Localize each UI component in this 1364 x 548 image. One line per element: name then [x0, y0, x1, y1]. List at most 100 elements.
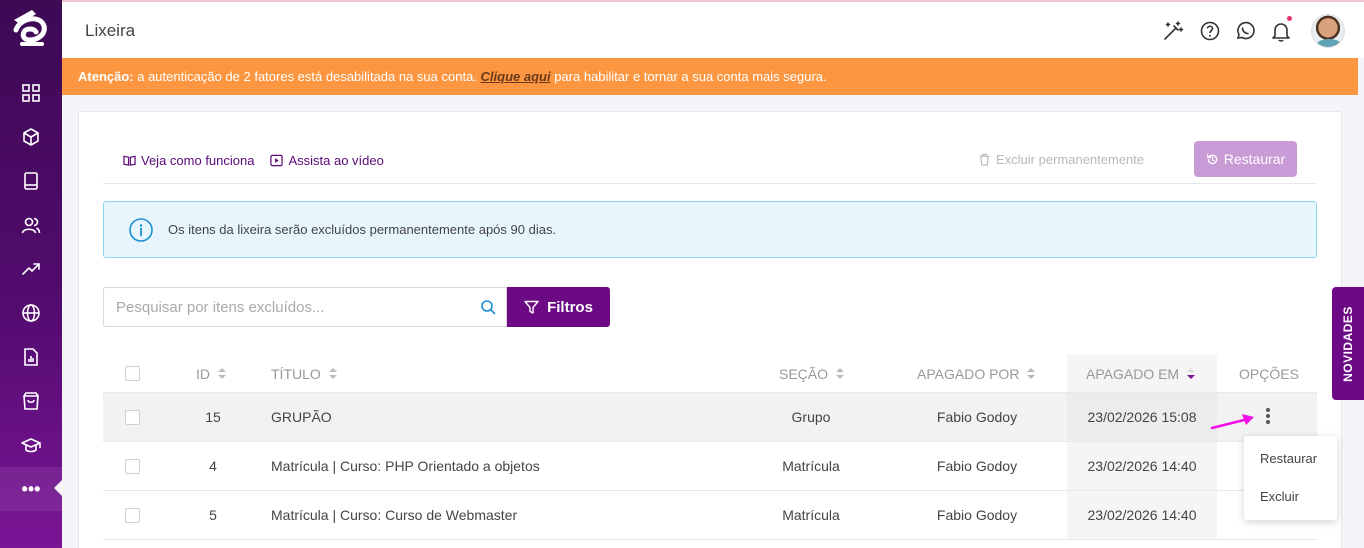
- column-section-label: SEÇÃO: [779, 365, 829, 382]
- whatsapp-icon[interactable]: [1234, 20, 1256, 42]
- row-options-menu: Restaurar Excluir: [1244, 436, 1337, 520]
- users-icon: [21, 217, 41, 234]
- restore-button[interactable]: Restaurar: [1194, 141, 1297, 177]
- column-options-label: OPÇÕES: [1239, 365, 1299, 382]
- sort-icon: [1027, 367, 1036, 380]
- table-row[interactable]: 15 GRUPÃO Grupo Fabio Godoy 23/02/2026 1…: [103, 393, 1317, 442]
- news-side-tab[interactable]: NOVIDADES: [1332, 287, 1364, 400]
- trash-table: ID TÍTULO SEÇÃO APAGADO POR APAGADO EM O…: [103, 355, 1317, 540]
- history-icon: [1206, 153, 1218, 164]
- sidebar-item-products[interactable]: [0, 115, 62, 159]
- select-all-checkbox[interactable]: [125, 366, 140, 381]
- restore-label: Restaurar: [1223, 151, 1286, 167]
- column-header-section[interactable]: SEÇÃO: [779, 355, 845, 392]
- info-icon: [129, 217, 153, 242]
- sidebar-item-courses[interactable]: [0, 159, 62, 203]
- alert-text-before: a autenticação de 2 fatores está desabil…: [133, 69, 481, 84]
- filters-label: Filtros: [547, 298, 593, 316]
- open-book-icon: [123, 155, 136, 166]
- column-deleted-at-label: APAGADO EM: [1086, 365, 1180, 382]
- row-deleted-by: Fabio Godoy: [936, 507, 1018, 523]
- sidebar-item-site[interactable]: [0, 291, 62, 335]
- video-icon: [270, 154, 284, 167]
- sidebar-item-academy[interactable]: [0, 423, 62, 467]
- shopping-bag-icon: [23, 392, 39, 410]
- row-title: GRUPÃO: [271, 409, 332, 425]
- watch-video-link[interactable]: Assista ao vídeo: [270, 153, 384, 168]
- two-factor-alert: Atenção: a autenticação de 2 fatores est…: [62, 58, 1358, 95]
- row-deleted-at: 23/02/2026 14:40: [1087, 458, 1197, 474]
- filter-icon: [524, 300, 539, 314]
- menu-item-delete[interactable]: Excluir: [1260, 489, 1299, 504]
- table-row[interactable]: 4 Matrícula | Curso: PHP Orientado a obj…: [103, 442, 1317, 491]
- table-header: ID TÍTULO SEÇÃO APAGADO POR APAGADO EM O…: [103, 355, 1317, 393]
- bell-icon[interactable]: [1270, 16, 1292, 42]
- alert-text-after: para habilitar e tornar a sua conta mais…: [550, 69, 827, 84]
- sidebar: •••: [0, 0, 62, 548]
- sidebar-item-users[interactable]: [0, 203, 62, 247]
- sort-desc-icon: [1187, 367, 1196, 380]
- row-section: Grupo: [791, 409, 831, 425]
- sort-icon: [328, 367, 337, 380]
- page-title: Lixeira: [85, 21, 136, 40]
- row-checkbox[interactable]: [125, 507, 140, 523]
- brand-logo[interactable]: [8, 6, 54, 52]
- row-checkbox[interactable]: [125, 458, 140, 474]
- alert-prefix: Atenção:: [78, 69, 134, 84]
- search-icon[interactable]: [480, 299, 496, 315]
- sort-icon: [218, 367, 226, 380]
- retention-info-text: Os itens da lixeira serão excluídos perm…: [168, 222, 557, 237]
- news-side-tab-label: NOVIDADES: [1341, 305, 1355, 382]
- trash-icon: [979, 153, 990, 166]
- row-title: Matrícula | Curso: Curso de Webmaster: [271, 507, 518, 523]
- column-header-deleted-by[interactable]: APAGADO POR: [917, 355, 1036, 392]
- sidebar-item-store[interactable]: [0, 379, 62, 423]
- help-links: Veja como funciona Assista ao vídeo: [123, 153, 384, 168]
- sort-icon: [836, 367, 845, 380]
- notification-dot: [1287, 16, 1292, 21]
- sidebar-item-more[interactable]: •••: [0, 467, 62, 511]
- search-input[interactable]: [104, 288, 464, 326]
- enable-2fa-link[interactable]: Clique aqui: [481, 69, 551, 84]
- graduation-cap-icon: [21, 438, 41, 453]
- report-icon: [24, 348, 38, 366]
- row-options-icon[interactable]: [1261, 406, 1275, 426]
- row-section: Matrícula: [782, 458, 840, 474]
- column-header-options: OPÇÕES: [1239, 355, 1299, 392]
- annotation-arrow-icon: [1210, 414, 1254, 430]
- row-checkbox[interactable]: [125, 409, 140, 425]
- row-id: 15: [205, 409, 221, 425]
- search-box: [103, 287, 507, 327]
- how-it-works-label: Veja como funciona: [141, 153, 255, 168]
- column-header-id[interactable]: ID: [196, 355, 226, 392]
- avatar[interactable]: [1311, 14, 1345, 48]
- table-row[interactable]: 5 Matrícula | Curso: Curso de Webmaster …: [103, 491, 1317, 540]
- book-icon: [24, 172, 38, 190]
- filters-button[interactable]: Filtros: [507, 287, 610, 327]
- sidebar-item-documents[interactable]: [0, 335, 62, 379]
- sidebar-active-notch: [54, 480, 62, 496]
- row-deleted-by: Fabio Godoy: [936, 409, 1018, 425]
- dashboard-icon: [22, 84, 40, 102]
- avatar-shirt: [1316, 39, 1342, 47]
- sidebar-item-dashboard[interactable]: [0, 71, 62, 115]
- column-title-label: TÍTULO: [271, 365, 321, 382]
- trash-card: Veja como funciona Assista ao vídeo Excl…: [78, 111, 1342, 548]
- column-header-deleted-at[interactable]: APAGADO EM: [1086, 355, 1196, 392]
- topbar: Lixeira: [62, 0, 1364, 58]
- menu-item-restore[interactable]: Restaurar: [1260, 451, 1317, 466]
- sidebar-item-reports-trend[interactable]: [0, 247, 62, 291]
- row-id: 4: [209, 458, 217, 474]
- delete-permanently-button[interactable]: Excluir permanentemente: [978, 152, 1144, 167]
- row-deleted-by: Fabio Godoy: [936, 458, 1018, 474]
- column-header-title[interactable]: TÍTULO: [271, 355, 337, 392]
- how-it-works-link[interactable]: Veja como funciona: [123, 153, 254, 168]
- column-deleted-by-label: APAGADO POR: [917, 365, 1020, 382]
- column-id-label: ID: [196, 365, 210, 382]
- help-icon[interactable]: [1199, 20, 1221, 42]
- delete-permanently-label: Excluir permanentemente: [996, 152, 1145, 167]
- row-title: Matrícula | Curso: PHP Orientado a objet…: [271, 458, 540, 474]
- more-icon: •••: [21, 478, 41, 499]
- watch-video-label: Assista ao vídeo: [288, 153, 384, 168]
- magic-wand-icon[interactable]: [1162, 20, 1184, 42]
